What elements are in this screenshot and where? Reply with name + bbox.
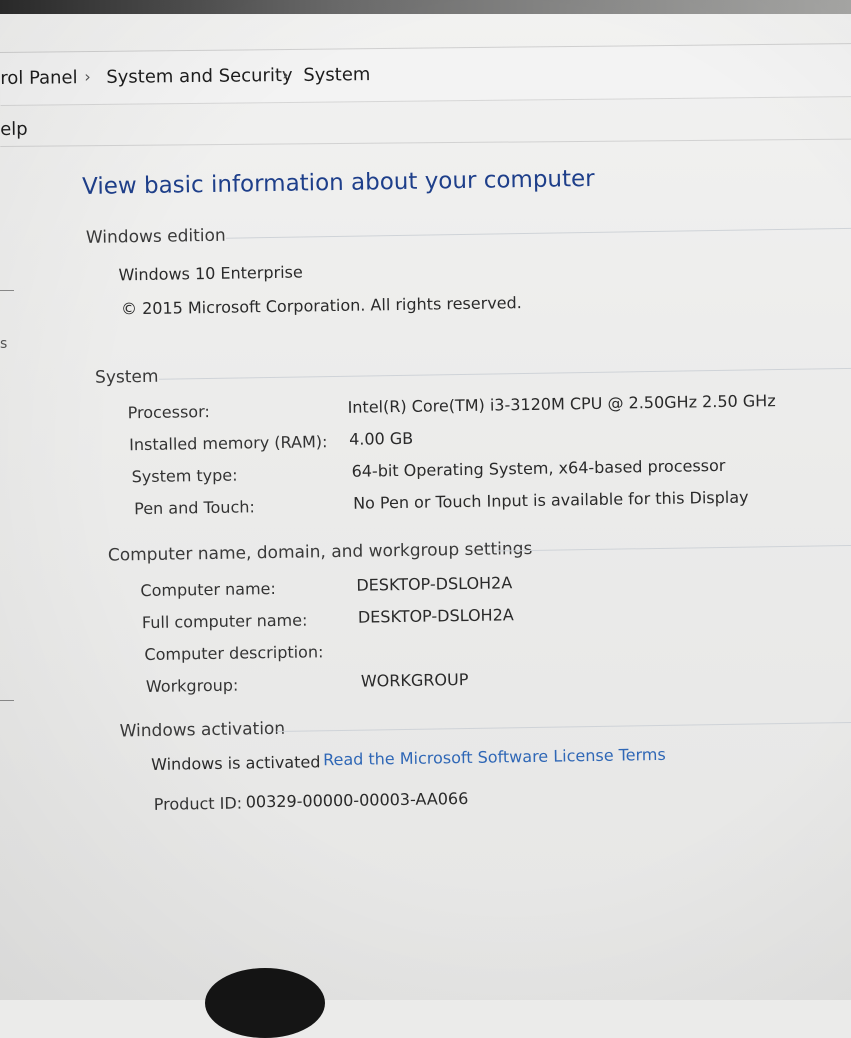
section-divider	[159, 367, 851, 380]
system-type-value: 64-bit Operating System, x64-based proce…	[351, 455, 726, 481]
ram-value: 4.00 GB	[348, 428, 414, 449]
license-terms-link[interactable]: Read the Microsoft Software License Term…	[323, 745, 666, 769]
section-divider	[225, 227, 851, 239]
computer-description-label: Computer description:	[144, 642, 324, 665]
copyright-text: © 2015 Microsoft Corporation. All rights…	[120, 293, 522, 319]
pen-touch-label: Pen and Touch:	[134, 497, 255, 519]
computer-name-value: DESKTOP-DSLOH2A	[356, 573, 513, 595]
foreground-object	[205, 968, 325, 1038]
product-id-label: Product ID:	[153, 793, 243, 814]
section-heading-windows-activation: Windows activation	[119, 718, 286, 742]
ram-label: Installed memory (RAM):	[129, 432, 328, 455]
computer-name-label: Computer name:	[140, 578, 276, 601]
control-panel-window: rol Panel › System and Security › System…	[0, 0, 851, 1038]
processor-label: Processor:	[127, 401, 210, 423]
section-divider	[276, 721, 851, 732]
main-content: View basic information about your comput…	[0, 0, 851, 1001]
windows-edition-name: Windows 10 Enterprise	[118, 262, 303, 285]
system-type-label: System type:	[131, 465, 238, 487]
section-heading-windows-edition: Windows edition	[85, 225, 226, 248]
workgroup-label: Workgroup:	[145, 675, 239, 697]
activation-status: Windows is activated	[151, 752, 321, 774]
full-computer-name-label: Full computer name:	[141, 610, 308, 633]
pen-touch-value: No Pen or Touch Input is available for t…	[352, 487, 749, 513]
section-divider	[493, 544, 851, 552]
processor-value: Intel(R) Core(TM) i3-3120M CPU @ 2.50GHz…	[347, 391, 776, 417]
section-heading-computer-name: Computer name, domain, and workgroup set…	[107, 538, 533, 566]
section-heading-system: System	[94, 366, 159, 388]
full-computer-name-value: DESKTOP-DSLOH2A	[357, 605, 514, 627]
workgroup-value: WORKGROUP	[360, 669, 469, 691]
product-id-value: 00329-00000-00003-AA066	[245, 788, 469, 812]
page-title: View basic information about your comput…	[81, 165, 595, 200]
